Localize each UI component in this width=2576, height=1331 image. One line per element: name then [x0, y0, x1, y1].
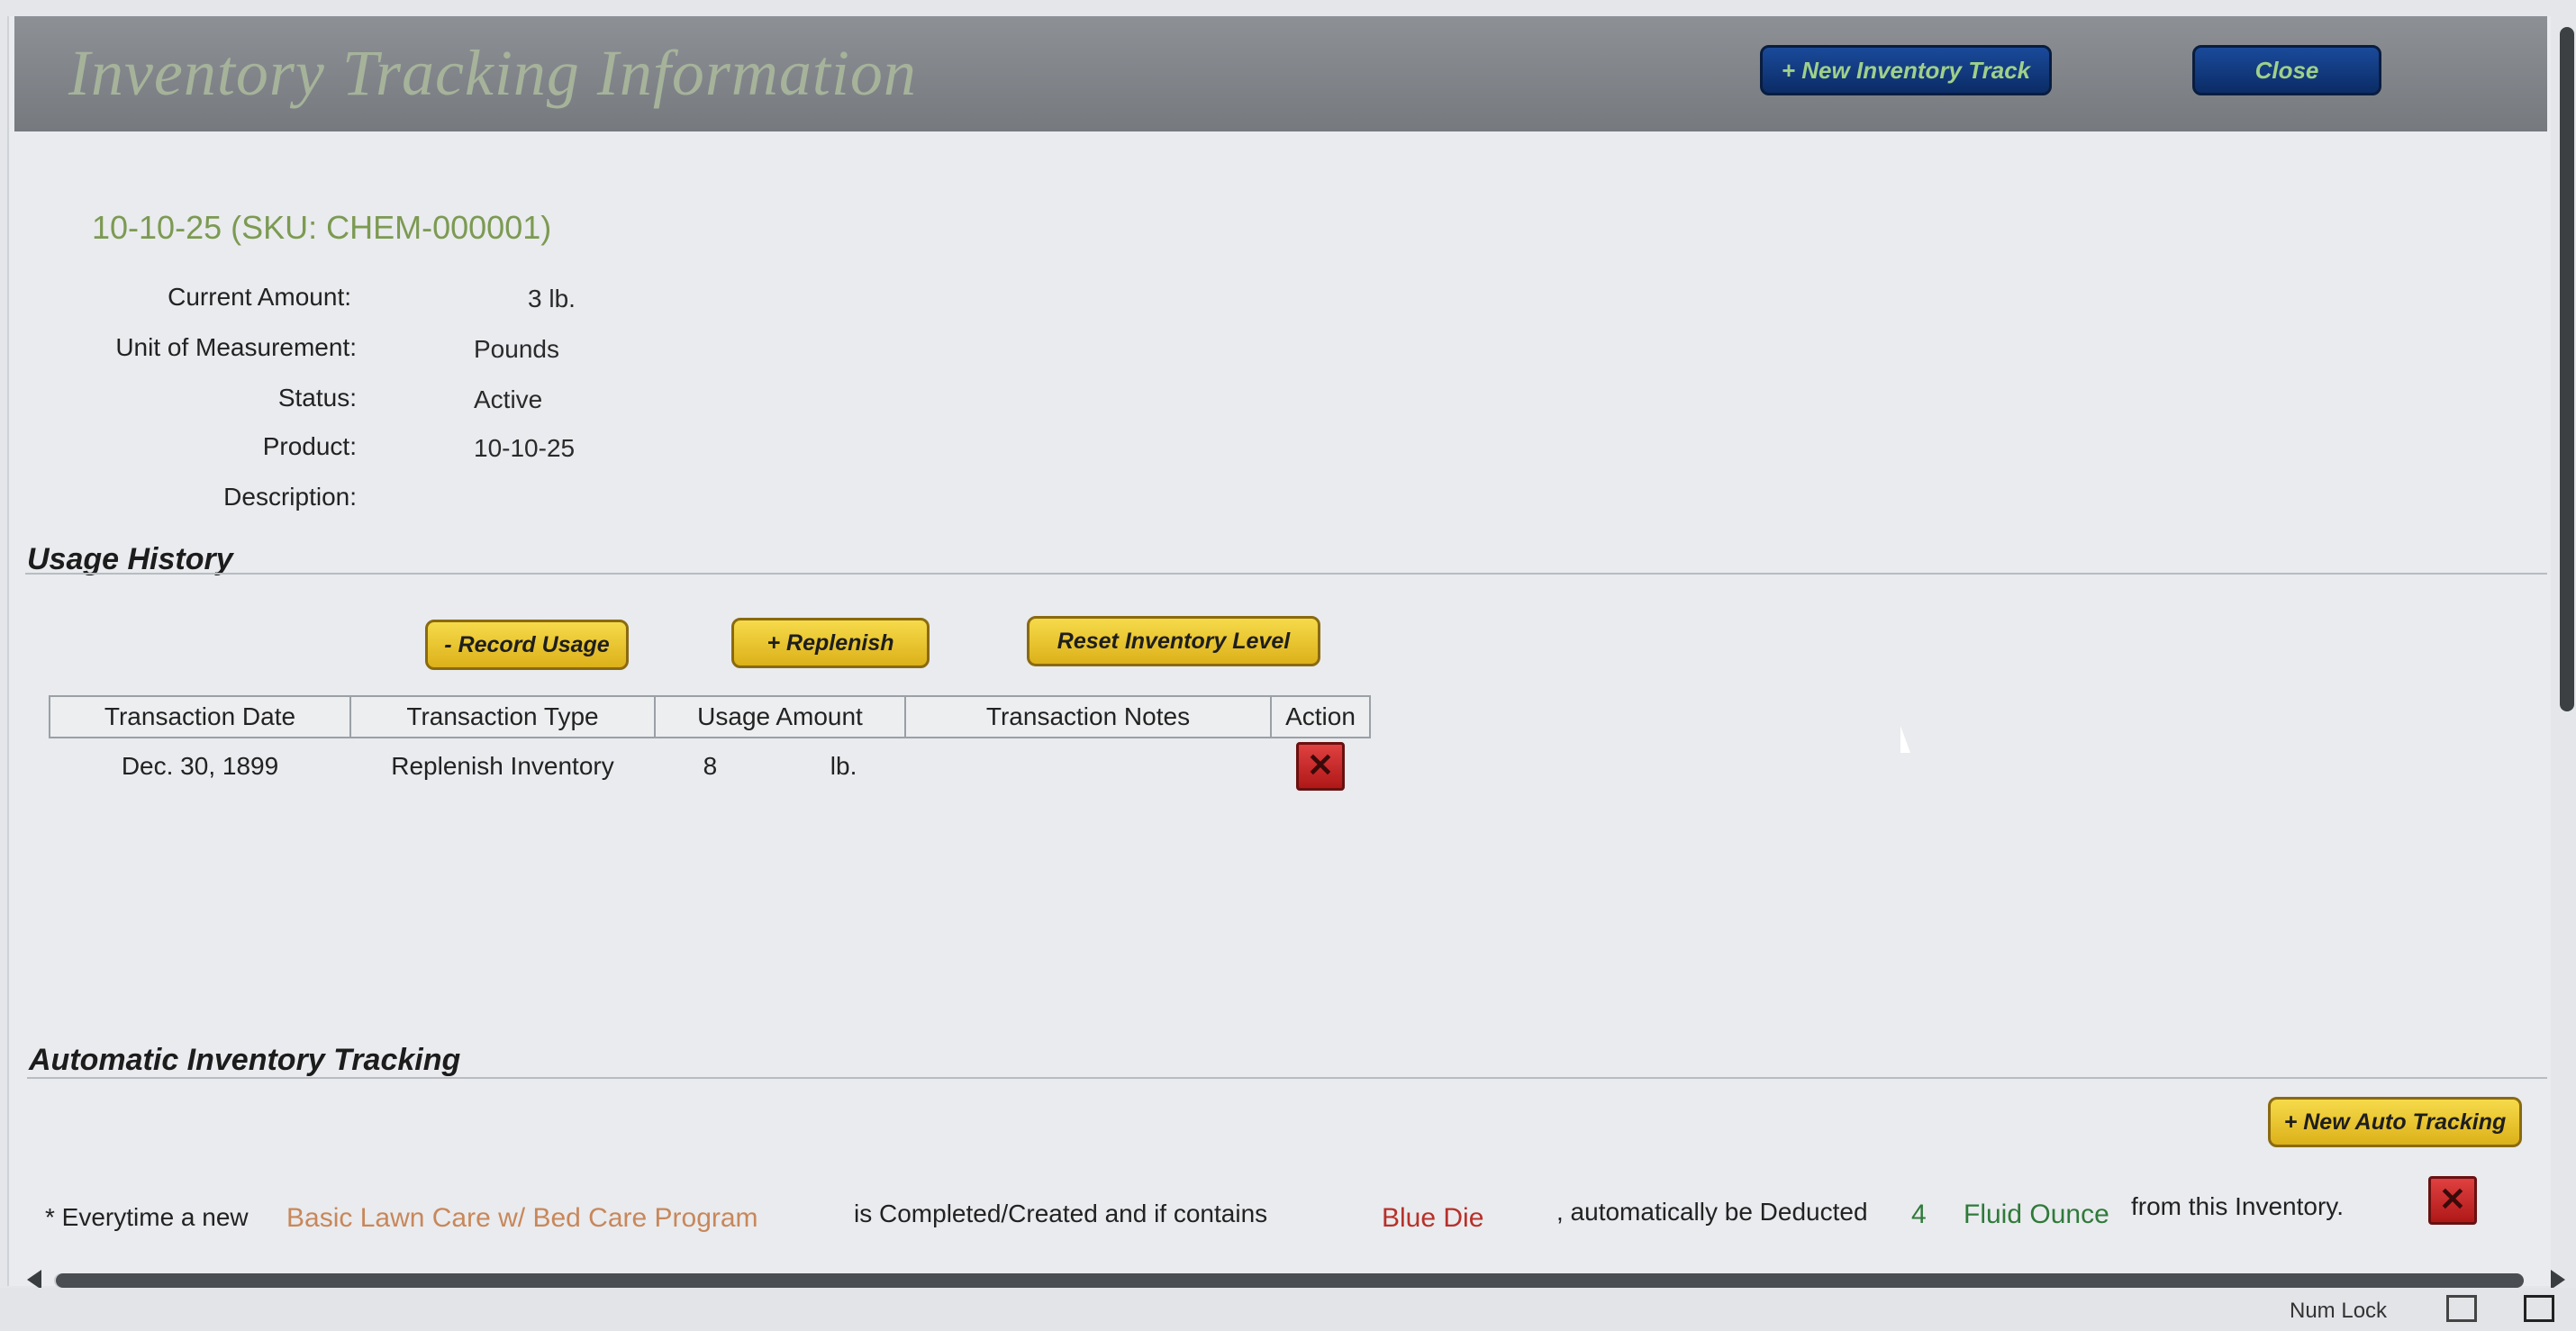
row-usage-amount-value: 8	[703, 752, 718, 780]
unit-of-measurement-label: Unit of Measurement:	[115, 333, 357, 361]
column-transaction-type: Transaction Type	[349, 695, 656, 738]
auto-rule-program[interactable]: Basic Lawn Care w/ Bed Care Program	[286, 1203, 758, 1234]
column-transaction-date: Transaction Date	[49, 695, 351, 738]
notepad-icon[interactable]	[2524, 1295, 2554, 1322]
close-button[interactable]: Close	[2192, 45, 2381, 95]
product-label: Product:	[262, 432, 357, 460]
inventory-window: Inventory Tracking Information + New Inv…	[7, 16, 2565, 1290]
auto-rule-suffix: from this Inventory.	[2131, 1192, 2345, 1220]
current-amount-label: Current Amount:	[168, 283, 351, 311]
close-icon: ✕	[2428, 1176, 2477, 1225]
row-action-cell: ✕	[1271, 738, 1370, 794]
scroll-left-icon[interactable]	[27, 1270, 41, 1290]
row-transaction-type: Replenish Inventory	[391, 752, 614, 780]
new-auto-tracking-button[interactable]: + New Auto Tracking	[2268, 1097, 2522, 1147]
auto-rule-condition: is Completed/Created and if contains	[854, 1200, 1268, 1227]
usage-history-divider	[25, 573, 2547, 575]
row-usage-amount-unit: lb.	[830, 752, 857, 780]
new-inventory-track-button[interactable]: + New Inventory Track	[1760, 45, 2052, 95]
delete-auto-tracking-button[interactable]: ✕	[2428, 1176, 2477, 1225]
record-usage-button[interactable]: - Record Usage	[425, 620, 629, 670]
auto-rule-prefix: * Everytime a new	[45, 1203, 249, 1231]
scroll-right-icon[interactable]	[2551, 1270, 2565, 1290]
description-label: Description:	[223, 483, 357, 511]
header-bar: Inventory Tracking Information + New Inv…	[14, 16, 2547, 131]
page-title: Inventory Tracking Information	[68, 37, 917, 109]
auto-rule-unit[interactable]: Fluid Ounce	[1964, 1200, 2109, 1230]
product-value: 10-10-25	[474, 434, 576, 462]
sku-title: 10-10-25 (SKU: CHEM-000001)	[92, 209, 552, 246]
mouse-cursor-icon	[1900, 726, 1910, 753]
row-transaction-notes	[905, 738, 1271, 794]
auto-tracking-heading: Automatic Inventory Tracking	[29, 1043, 461, 1077]
auto-tracking-divider	[27, 1077, 2547, 1079]
status-label: Status:	[277, 384, 357, 412]
usage-history-table: Transaction Date Transaction Type Usage …	[49, 695, 1371, 794]
auto-rule-deduct-text: , automatically be Deducted	[1556, 1198, 1868, 1226]
unit-of-measurement-value: Pounds	[474, 335, 559, 363]
auto-rule-material[interactable]: Blue Die	[1382, 1203, 1483, 1234]
row-usage-amount: 8 lb.	[655, 738, 905, 794]
table-row: Dec. 30, 1899 Replenish Inventory 8 lb. …	[50, 738, 1370, 794]
replenish-button[interactable]: + Replenish	[731, 618, 930, 668]
current-amount-value: 3 lb.	[528, 285, 576, 312]
column-usage-amount: Usage Amount	[654, 695, 906, 738]
column-action: Action	[1270, 695, 1371, 738]
close-icon: ✕	[1306, 747, 1335, 783]
row-transaction-date: Dec. 30, 1899	[121, 752, 279, 780]
auto-rule-quantity[interactable]: 4	[1911, 1200, 1927, 1230]
reset-inventory-level-button[interactable]: Reset Inventory Level	[1027, 616, 1320, 666]
vertical-scrollbar[interactable]	[2560, 27, 2574, 711]
delete-transaction-button[interactable]: ✕	[1296, 742, 1345, 791]
status-bar: Num Lock	[0, 1288, 2576, 1331]
status-value: Active	[474, 385, 543, 413]
scrollbar-thumb[interactable]	[56, 1273, 2524, 1288]
num-lock-indicator: Num Lock	[2290, 1299, 2388, 1323]
layout-icon[interactable]	[2446, 1295, 2477, 1322]
column-transaction-notes: Transaction Notes	[904, 695, 1272, 738]
table-header-row: Transaction Date Transaction Type Usage …	[49, 695, 1371, 738]
